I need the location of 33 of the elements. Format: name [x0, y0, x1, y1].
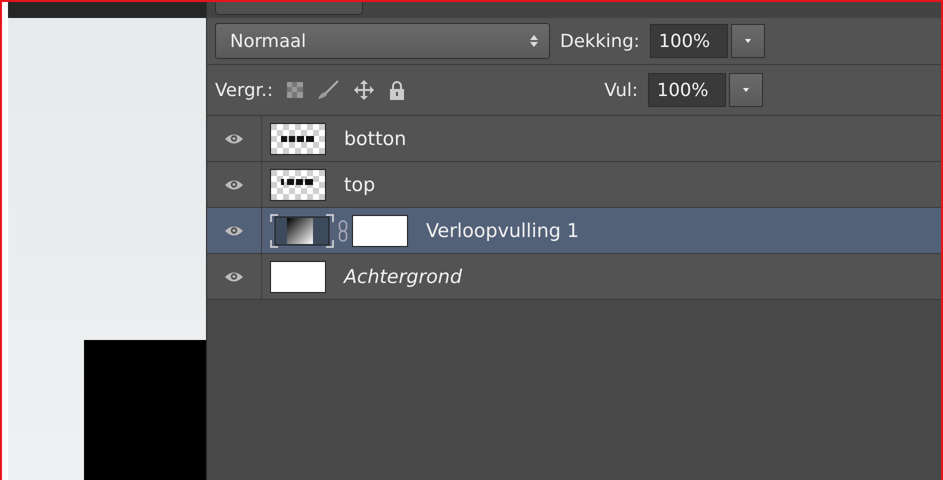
mask-thumbnail [352, 214, 408, 246]
lock-icon[interactable] [389, 80, 406, 100]
move-icon[interactable] [353, 79, 376, 101]
opacity-field[interactable]: 100% [650, 24, 728, 58]
blend-mode-dropdown[interactable]: Normaal [215, 23, 550, 59]
caret-icon [741, 87, 751, 93]
brush-icon[interactable] [317, 80, 340, 100]
layer-thumbnail [270, 122, 326, 154]
caret-icon [742, 38, 753, 44]
fill-field[interactable]: 100% [648, 73, 726, 107]
layer-name: Verloopvulling 1 [426, 220, 579, 242]
layer-row[interactable]: top [207, 162, 941, 208]
layer-row[interactable]: Achtergrond [207, 254, 941, 300]
layer-row[interactable]: Verloopvulling 1 [207, 208, 941, 254]
layer-row[interactable]: botton [207, 116, 941, 162]
fill-label: Vul: [604, 80, 638, 100]
lock-label: Vergr.: [215, 80, 274, 100]
layer-thumbnail [270, 260, 326, 292]
visibility-eye-icon[interactable] [224, 132, 244, 144]
link-icon[interactable] [338, 220, 348, 242]
layer-name: botton [344, 128, 406, 150]
fill-dropdown-button[interactable] [729, 73, 763, 107]
layer-thumbnail [270, 168, 326, 200]
gradient-thumbnail [270, 214, 334, 248]
layer-name: top [344, 174, 376, 196]
updown-arrow-icon [529, 34, 539, 48]
opacity-label: Dekking: [560, 30, 640, 52]
visibility-eye-icon[interactable] [224, 224, 244, 236]
opacity-dropdown-button[interactable] [730, 24, 765, 58]
lock-transparency-icon[interactable] [287, 82, 304, 98]
visibility-eye-icon[interactable] [224, 178, 244, 190]
visibility-eye-icon[interactable] [224, 270, 244, 282]
layer-name: Achtergrond [344, 266, 462, 288]
